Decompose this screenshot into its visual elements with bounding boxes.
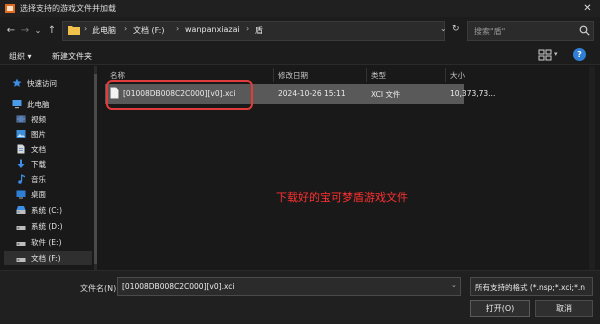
sidebar-item-label: 音乐 [31,174,46,184]
sidebar-item-label: 系统 (C:) [31,205,62,215]
sidebar-item-label: 文档 [31,144,46,154]
drive-icon [16,226,26,230]
cancel-button[interactable]: 取消 [535,300,593,317]
document-icon [17,144,25,154]
computer-icon [12,100,22,109]
download-icon [17,159,25,168]
column-divider[interactable] [366,68,367,82]
drive-icon [16,242,26,246]
sidebar-item-drive-c[interactable]: 系统 (C:) [16,203,62,217]
search-icon [579,25,590,36]
sidebar-item-label: 桌面 [31,189,46,199]
address-bar[interactable] [62,21,445,41]
filename-label: 文件名(N): [80,284,119,293]
sidebar-item-label: 视频 [31,114,46,124]
column-header-size[interactable]: 大小 [450,70,465,81]
sidebar-item-documents[interactable]: 文档 [16,142,46,156]
sidebar-item-music[interactable]: 音乐 [16,172,46,186]
close-button[interactable]: ✕ [575,0,600,17]
file-list-scrollbar[interactable] [589,66,595,270]
organize-menu[interactable]: 组织 ▾ [9,51,32,62]
filename-dropdown-icon[interactable]: ⌄ [451,281,457,289]
picture-icon [16,130,26,138]
drive-icon [16,258,26,262]
breadcrumb-drive-f[interactable]: 文档 (F:) [133,25,164,36]
video-icon [16,115,26,123]
forward-button[interactable]: → [18,23,32,37]
folder-icon [68,26,80,35]
sidebar-item-desktop[interactable]: 桌面 [16,187,46,201]
highlight-box [106,80,253,110]
window-title: 选择支持的游戏文件并加载 [20,4,116,13]
breadcrumb-separator: › [176,24,180,33]
app-icon [5,4,15,13]
column-header-type[interactable]: 类型 [371,70,386,81]
sidebar-item-videos[interactable]: 视频 [16,112,46,126]
music-icon [18,174,25,184]
view-dropdown-icon[interactable]: ▾ [554,50,558,58]
sidebar-item-label: 图片 [31,129,46,139]
sidebar-item-label: 文档 (F:) [31,253,61,263]
sidebar-item-pictures[interactable]: 图片 [16,127,46,141]
file-size: 10,373,73... [450,89,496,98]
breadcrumb-current-folder[interactable]: 盾 [255,25,263,36]
up-button[interactable]: ↑ [45,23,59,37]
help-icon[interactable]: ? [573,48,586,61]
breadcrumb-separator: › [246,24,250,33]
sidebar-item-label: 快速访问 [27,78,57,88]
sidebar-item-label: 软件 (E:) [31,237,62,247]
sidebar-item-drive-f[interactable]: 文档 (F:) [4,251,92,265]
back-button[interactable]: ← [4,23,18,37]
sidebar-scrollbar-thumb[interactable] [94,74,97,264]
refresh-icon[interactable]: ↻ [452,24,460,34]
sidebar-item-label: 此电脑 [27,99,50,109]
sidebar-item-quick-access[interactable]: 快速访问 [12,76,57,90]
column-divider[interactable] [273,68,274,82]
annotation-text: 下载好的宝可梦盾游戏文件 [276,191,408,204]
file-type: XCI 文件 [371,90,401,99]
sidebar-item-drive-e[interactable]: 软件 (E:) [16,235,62,249]
new-folder-button[interactable]: 新建文件夹 [52,51,92,62]
sidebar-item-drive-d[interactable]: 系统 (D:) [16,219,63,233]
sidebar-item-label: 系统 (D:) [31,221,63,231]
breadcrumb-separator: › [124,24,128,33]
desktop-icon [16,190,26,199]
file-type-value: 所有支持的格式 (*.nsp;*.xci;*.n [475,283,585,292]
sidebar-item-label: 下载 [31,159,46,169]
column-header-modified[interactable]: 修改日期 [278,70,308,81]
search-placeholder: 搜索"盾" [474,27,506,36]
filename-value: [01008DB008C2C000][v0].xci [122,282,235,291]
drive-icon [16,206,26,214]
breadcrumb-this-pc[interactable]: 此电脑 [92,25,116,36]
breadcrumb-wanpanxiazai[interactable]: wanpanxiazai [185,25,240,34]
view-options-icon[interactable] [538,49,552,61]
star-icon [12,78,22,87]
sidebar-item-this-pc[interactable]: 此电脑 [12,97,50,111]
breadcrumb-separator: › [84,24,88,33]
file-modified: 2024-10-26 15:11 [278,89,346,98]
open-button[interactable]: 打开(O) [470,300,530,317]
address-dropdown-icon[interactable]: ⌄ [440,24,447,33]
recent-locations-dropdown[interactable]: ⌄ [31,23,45,37]
sidebar-item-downloads[interactable]: 下载 [16,157,46,171]
column-divider[interactable] [445,68,446,82]
